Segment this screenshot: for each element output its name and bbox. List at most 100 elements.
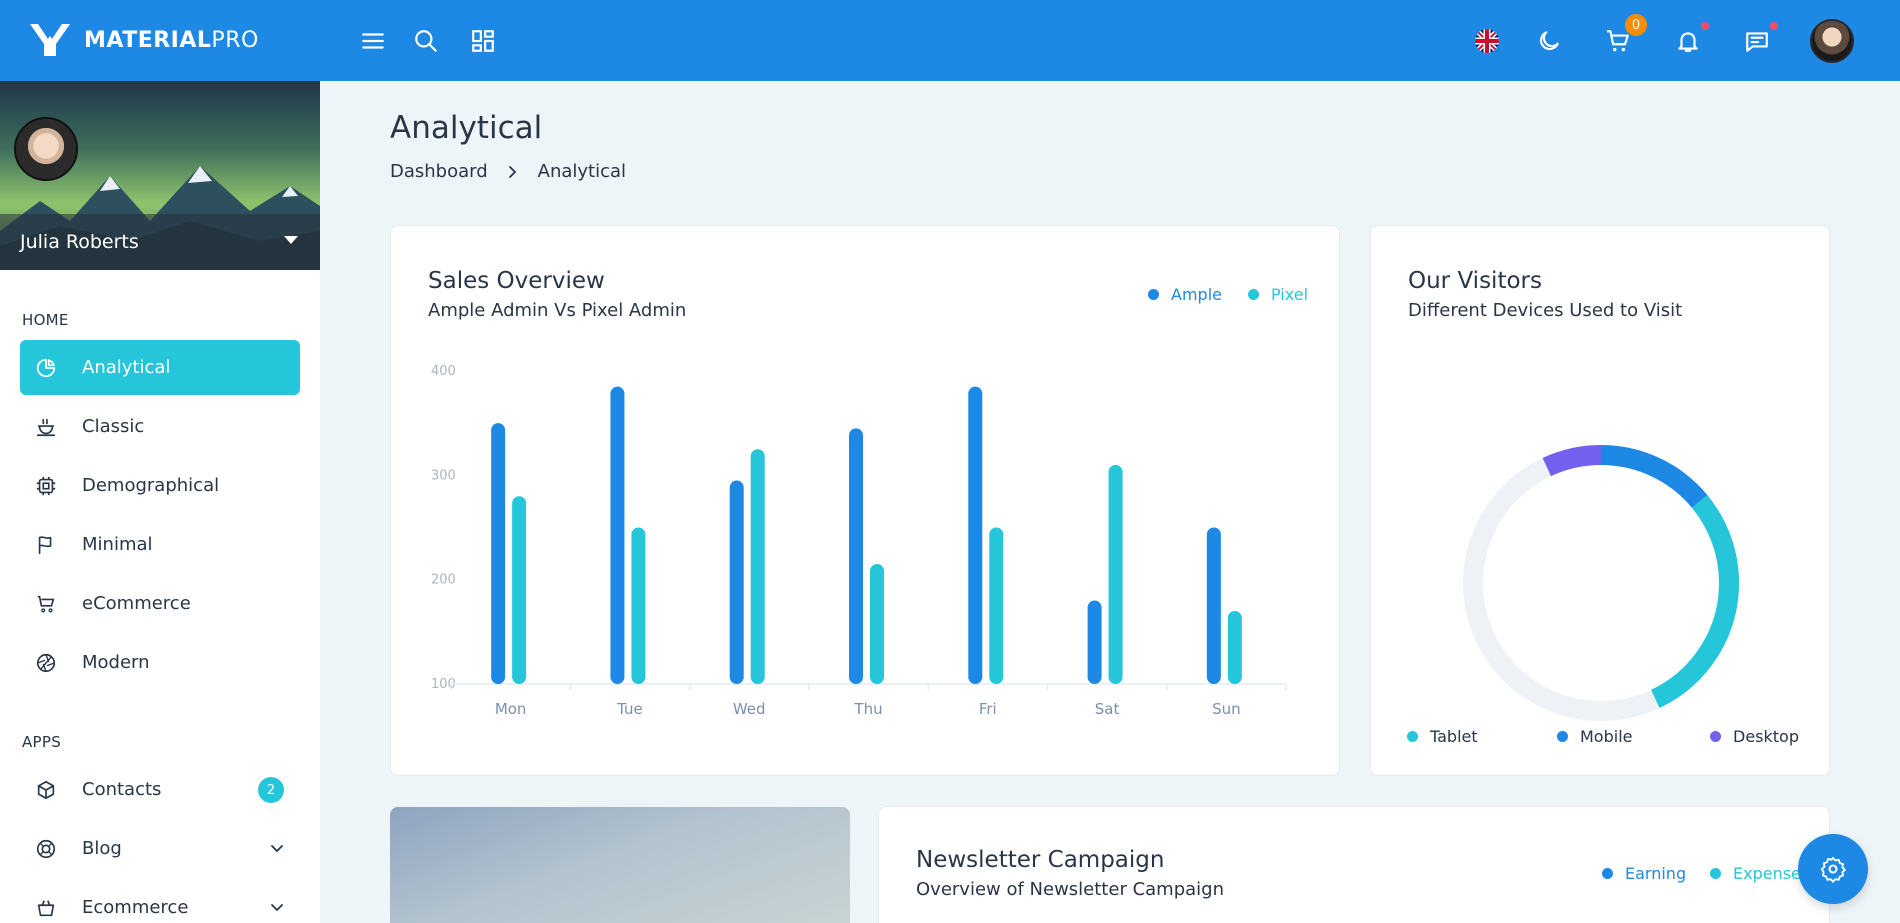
legend-dot [1710, 731, 1721, 742]
bar-pixel [1108, 464, 1123, 684]
sidebar-item-label: Classic [82, 416, 145, 437]
card-title: Newsletter Campaign [916, 847, 1165, 873]
legend-desktop: Desktop [1710, 727, 1799, 746]
brand[interactable]: MATERIALPRO [28, 22, 259, 58]
breadcrumb: Dashboard Analytical [390, 161, 626, 182]
card-subtitle: Ample Admin Vs Pixel Admin [428, 300, 687, 321]
topbar: MATERIALPRO 0 [0, 0, 1900, 81]
bar-ample [968, 386, 983, 684]
sidebar-item-label: Demographical [82, 475, 220, 496]
our-visitors-card: Our Visitors Different Devices Used to V… [1370, 225, 1830, 776]
bar-ample [729, 480, 744, 684]
bar-pixel [870, 564, 884, 684]
sidebar-item-ecommerce-dashboard[interactable]: eCommerce [20, 576, 300, 631]
sidebar-item-contacts[interactable]: Contacts 2 [20, 762, 300, 817]
legend-expense: Expense [1710, 864, 1801, 883]
card-title: Sales Overview [428, 268, 605, 294]
bar-ample [610, 386, 625, 684]
page-title: Analytical [390, 110, 543, 146]
sidebar-item-modern[interactable]: Modern [20, 635, 300, 690]
contacts-count-badge: 2 [258, 777, 284, 803]
chevron-right-icon [508, 165, 516, 178]
chevron-down-icon [271, 904, 283, 912]
bar-ample [1206, 527, 1221, 684]
profile-avatar[interactable] [14, 117, 78, 181]
visitors-donut-chart [1463, 445, 1739, 721]
legend-dot [1602, 868, 1613, 879]
sidebar-item-label: Modern [82, 652, 150, 673]
breadcrumb-dashboard-link[interactable]: Dashboard [390, 161, 488, 182]
apps-button[interactable] [468, 26, 498, 56]
sidebar-item-blog[interactable]: Blog [20, 821, 300, 876]
message-icon [1746, 32, 1768, 52]
card-title: Our Visitors [1408, 268, 1542, 294]
bar-pixel [989, 527, 1004, 684]
brand-name: MATERIALPRO [84, 27, 259, 53]
uk-flag-icon [1475, 29, 1499, 53]
newsletter-campaign-card: Newsletter Campaign Overview of Newslett… [878, 806, 1830, 923]
legend-label: Mobile [1580, 727, 1633, 746]
sidebar-item-demographical[interactable]: Demographical [20, 458, 300, 513]
sales-bar-chart: 100200300400Mon Tue Wed Thu Fri Sat Sun [431, 364, 1287, 718]
x-tick-label: Mon [495, 700, 527, 718]
gear-icon [1820, 856, 1846, 883]
legend-dot [1407, 731, 1418, 742]
x-tick-label: Sun [1212, 700, 1241, 718]
sidebar-item-classic[interactable]: Classic [20, 399, 300, 454]
legend-dot [1710, 868, 1721, 879]
messages-button[interactable] [1742, 22, 1778, 56]
card-subtitle: Different Devices Used to Visit [1408, 300, 1683, 321]
legend-dot [1148, 289, 1159, 300]
x-tick-label: Sat [1095, 700, 1120, 718]
x-tick-label: Thu [853, 700, 882, 718]
user-avatar-button[interactable] [1810, 19, 1854, 63]
message-dot [1770, 22, 1778, 30]
sidebar-item-analytical[interactable]: Analytical [20, 340, 300, 395]
legend-tablet: Tablet [1407, 727, 1478, 746]
sidebar-item-label: Minimal [82, 534, 153, 555]
nav-caption-home: HOME [22, 311, 69, 329]
lifebuoy-icon [34, 837, 58, 861]
sales-overview-card: Sales Overview Ample Admin Vs Pixel Admi… [390, 225, 1340, 776]
pie-chart-icon [34, 356, 58, 380]
bar-pixel [512, 496, 527, 684]
search-icon [415, 30, 437, 52]
card-subtitle: Overview of Newsletter Campaign [916, 879, 1224, 900]
cup-icon [34, 415, 58, 439]
x-tick-label: Tue [616, 700, 643, 718]
grid-icon [472, 30, 494, 52]
dark-mode-toggle[interactable] [1534, 26, 1564, 56]
x-tick-label: Fri [979, 700, 997, 718]
profile-user-toggle[interactable]: Julia Roberts [0, 214, 320, 270]
bar-ample [1087, 600, 1102, 684]
x-tick-label: Wed [733, 700, 766, 718]
legend-label: Tablet [1430, 727, 1478, 746]
legend-mobile: Mobile [1557, 727, 1632, 746]
menu-toggle-button[interactable] [358, 26, 388, 56]
basket-icon [34, 896, 58, 920]
logo-icon [30, 24, 70, 56]
breadcrumb-current: Analytical [537, 161, 627, 182]
moon-icon [1539, 31, 1559, 51]
notifications-button[interactable] [1673, 22, 1709, 56]
bell-icon [1678, 32, 1698, 52]
bar-ample [849, 428, 863, 684]
sidebar-item-label: Contacts [82, 779, 162, 800]
legend-earning: Earning [1602, 864, 1686, 883]
settings-button[interactable] [1798, 834, 1868, 904]
sidebar-item-label: Blog [82, 838, 122, 859]
sidebar-item-ecommerce-app[interactable]: Ecommerce [20, 880, 300, 923]
legend-label: Desktop [1733, 727, 1799, 746]
bar-pixel [631, 527, 646, 684]
sidebar: Julia Roberts HOME Analytical Classic De… [0, 81, 320, 923]
profile-header: Julia Roberts [0, 81, 320, 270]
profile-name: Julia Roberts [20, 231, 139, 253]
cart-button[interactable]: 0 [1603, 14, 1647, 56]
search-button[interactable] [411, 26, 441, 56]
language-button[interactable] [1472, 26, 1502, 56]
notification-dot [1701, 22, 1709, 30]
sidebar-item-minimal[interactable]: Minimal [20, 517, 300, 572]
box-icon [34, 778, 58, 802]
bar-pixel [750, 449, 765, 684]
legend-label: Ample [1171, 285, 1222, 304]
